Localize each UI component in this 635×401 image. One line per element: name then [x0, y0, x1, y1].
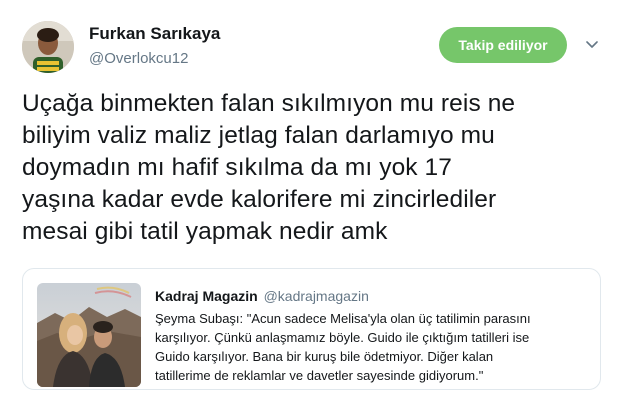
- tweet-line: biliyim valiz maliz jetlag falan darlamı…: [22, 122, 495, 149]
- quoted-tweet-photo: [37, 283, 141, 387]
- quoted-tweet-text: Şeyma Subaşı: "Acun sadece Melisa'yla ol…: [155, 309, 593, 385]
- following-button[interactable]: Takip ediliyor: [439, 27, 567, 63]
- quoted-tweet-line: Guido karşılıyor. Bana bir kuruş bile öd…: [155, 349, 494, 364]
- tweet-text: Uçağa binmekten falan sıkılmıyon mu reis…: [22, 88, 622, 248]
- author-name[interactable]: Furkan Sarıkaya: [89, 24, 220, 44]
- author-avatar[interactable]: [22, 21, 74, 73]
- quoted-tweet-line: Şeyma Subaşı: "Acun sadece Melisa'yla ol…: [155, 311, 531, 326]
- avatar-image: [22, 21, 74, 73]
- quoted-tweet-card[interactable]: Kadraj Magazin @kadrajmagazin Şeyma Suba…: [22, 268, 601, 390]
- tweet-line: mesai gibi tatil yapmak nedir amk: [22, 218, 388, 245]
- tweet-line: Uçağa binmekten falan sıkılmıyon mu reis…: [22, 90, 516, 117]
- quoted-author-handle[interactable]: @kadrajmagazin: [264, 288, 369, 304]
- quoted-tweet-line: karşılıyor. Çünkü anlaşmamız böyle. Guid…: [155, 330, 530, 345]
- quoted-author-name[interactable]: Kadraj Magazin: [155, 288, 258, 304]
- author-handle[interactable]: @Overlokcu12: [89, 50, 188, 67]
- chevron-down-icon[interactable]: [585, 38, 599, 52]
- tweet-line: doymadın mı hafif sıkılma da mı yok 17: [22, 154, 453, 181]
- quoted-tweet-line: tatillerime de reklamlar ve davetler say…: [155, 368, 484, 383]
- quoted-tweet-header: Kadraj Magazin @kadrajmagazin: [155, 288, 369, 304]
- tweet-line: yaşına kadar evde kalorifere mi zincirle…: [22, 186, 497, 213]
